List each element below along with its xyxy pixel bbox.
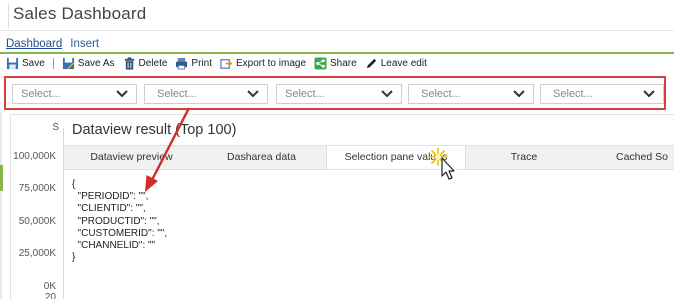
dropdown-placeholder: Select... [285,88,325,100]
menu-tab-insert[interactable]: Insert [70,37,99,51]
selection-dropdown[interactable]: Select... [408,84,534,104]
menu-tabs: Dashboard Insert [6,37,99,51]
dataview-title: Dataview result (Top 100) [72,122,237,138]
tab-trace[interactable]: Trace [464,146,584,169]
selection-dropdown[interactable]: Select... [276,84,402,104]
left-gutter [0,112,2,299]
toolbar: Save Save As Delete Print Export to imag… [6,55,435,71]
leave-edit-button[interactable]: Leave edit [365,57,427,70]
chevron-down-icon [643,90,655,98]
header-divider [0,30,674,31]
chart-partial-title: S [52,122,59,133]
active-marker [0,165,3,191]
share-button[interactable]: Share [314,56,357,70]
json-line: "CLIENTID": "", [72,203,146,215]
dataview-tabs: Dataview preview Dasharea data Selection… [64,145,674,170]
selection-pane: Select... Select... Select... Select... … [4,76,666,110]
y-tick-label: 100,000K [13,151,56,162]
app-title: Sales Dashboard [8,4,146,28]
delete-button[interactable]: Delete [123,56,168,70]
save-icon [6,57,19,69]
selection-dropdown[interactable]: Select... [12,84,137,104]
tab-dataview-preview[interactable]: Dataview preview [64,146,199,169]
export-image-button[interactable]: Export to image [220,57,306,70]
delete-label: Delete [138,57,168,69]
json-line: "PERIODID": "", [72,191,149,203]
print-label: Print [191,57,212,69]
save-button[interactable]: Save [6,57,45,70]
json-line: { [72,179,76,190]
menu-underline [0,52,674,54]
save-as-icon [62,57,74,69]
selection-dropdown[interactable]: Select... [144,84,268,104]
export-label: Export to image [235,57,307,69]
toolbar-separator [52,57,54,69]
trash-icon [124,56,134,70]
save-as-button[interactable]: Save As [62,57,115,70]
selection-dropdown[interactable]: Select... [540,84,664,104]
chevron-down-icon [381,90,393,98]
dropdown-placeholder: Select... [553,88,593,100]
json-line: "PRODUCTID": "", [72,215,160,227]
tab-dasharea-data[interactable]: Dasharea data [199,146,324,169]
share-label: Share [330,57,357,69]
y-tick-label: 75,000K [18,183,56,194]
save-label: Save [22,57,45,69]
dropdown-placeholder: Select... [21,88,61,100]
leave-edit-label: Leave edit [380,57,427,69]
json-line: } [72,252,76,264]
save-as-label: Save As [77,57,115,69]
share-icon [314,56,327,70]
print-button[interactable]: Print [175,57,212,70]
chevron-down-icon [513,90,525,98]
y-tick-label: 25,000K [18,248,56,259]
x-tick-fragment: 20 [44,292,56,299]
dropdown-placeholder: Select... [157,88,197,100]
tab-selection-pane-values[interactable]: Selection pane values [326,146,466,169]
y-tick-label: 0K [43,281,56,292]
y-tick-label: 50,000K [18,216,56,227]
tab-cached-sources[interactable]: Cached So [616,146,674,169]
dropdown-placeholder: Select... [421,88,461,100]
chevron-down-icon [247,90,259,98]
json-line: "CHANNELID": "" [72,240,156,252]
pencil-icon [366,58,376,68]
printer-icon [176,57,188,69]
menu-tab-dashboard[interactable]: Dashboard [6,37,62,51]
chevron-down-icon [116,90,128,98]
json-line: "CUSTOMERID": "", [72,227,168,239]
json-output: { "PERIODID": "", "CLIENTID": "", "PRODU… [72,179,167,264]
export-icon [220,58,233,69]
